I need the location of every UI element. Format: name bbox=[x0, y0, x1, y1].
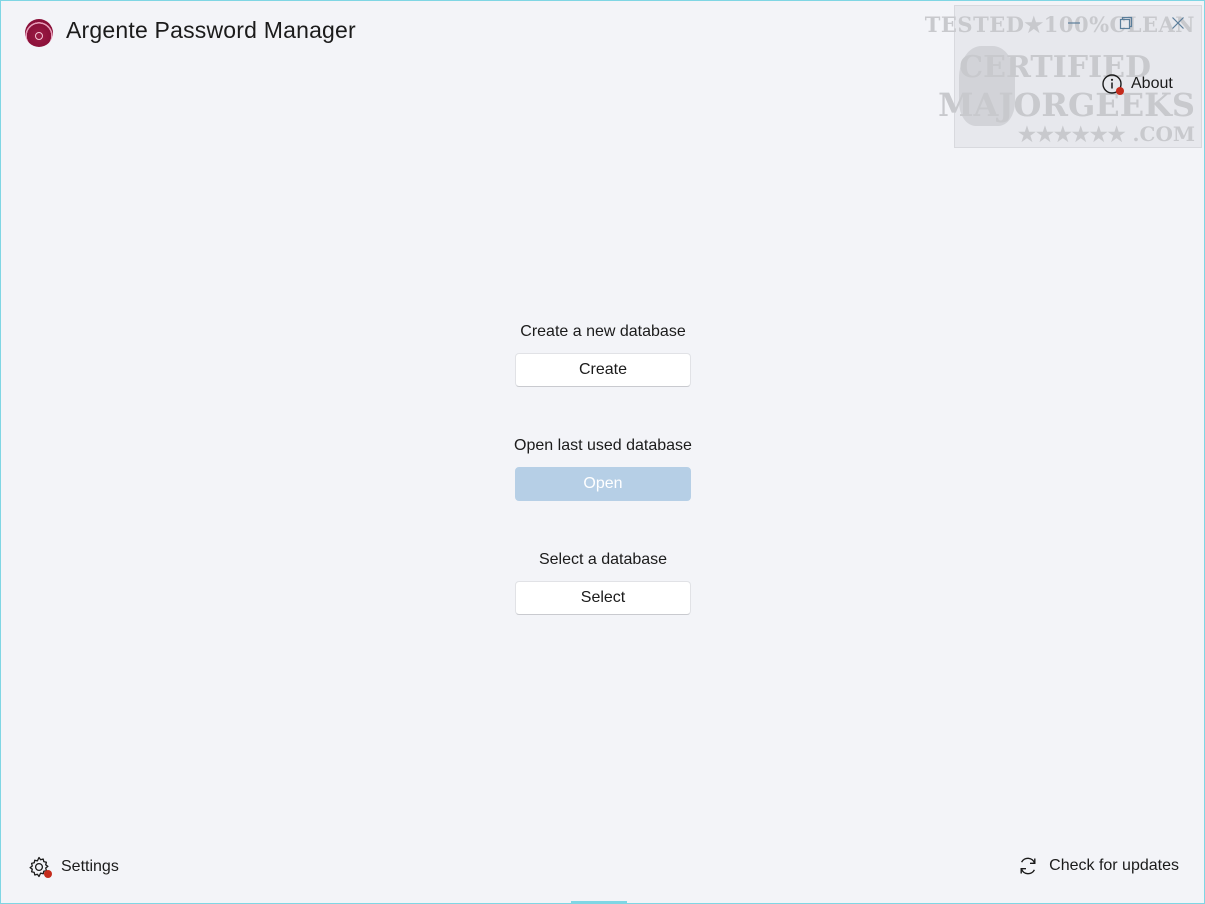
app-logo-icon bbox=[25, 19, 53, 47]
notification-badge bbox=[44, 870, 52, 878]
select-button[interactable]: Select bbox=[515, 581, 691, 615]
app-window: Argente Password Manager TESTED★100%CLEA… bbox=[0, 0, 1205, 904]
maximize-button[interactable] bbox=[1100, 1, 1152, 45]
check-updates-button[interactable]: Check for updates bbox=[1017, 855, 1179, 877]
close-button[interactable] bbox=[1152, 1, 1204, 45]
about-button[interactable]: About bbox=[1101, 73, 1173, 95]
minimize-button[interactable] bbox=[1048, 1, 1100, 45]
create-button[interactable]: Create bbox=[515, 353, 691, 387]
open-database-label: Open last used database bbox=[514, 437, 692, 454]
create-database-section: Create a new database Create bbox=[515, 321, 691, 387]
notification-badge bbox=[1116, 87, 1124, 95]
window-controls bbox=[1048, 1, 1204, 45]
watermark-line: ★★★★★★ .COM bbox=[1018, 122, 1195, 146]
close-icon bbox=[1172, 17, 1184, 29]
info-icon bbox=[1101, 73, 1124, 95]
restore-icon bbox=[1119, 16, 1133, 30]
open-button[interactable]: Open bbox=[515, 467, 691, 501]
select-database-label: Select a database bbox=[538, 551, 668, 568]
app-title: Argente Password Manager bbox=[66, 17, 356, 43]
open-database-section: Open last used database Open bbox=[514, 435, 692, 501]
minimize-icon bbox=[1068, 22, 1080, 24]
select-database-section: Select a database Select bbox=[515, 549, 691, 615]
gear-icon bbox=[27, 855, 52, 879]
check-updates-label: Check for updates bbox=[1049, 857, 1179, 874]
settings-button[interactable]: Settings bbox=[27, 855, 119, 879]
refresh-icon bbox=[1020, 857, 1036, 875]
create-database-label: Create a new database bbox=[520, 323, 686, 340]
settings-label: Settings bbox=[61, 858, 119, 875]
about-label: About bbox=[1131, 75, 1173, 92]
